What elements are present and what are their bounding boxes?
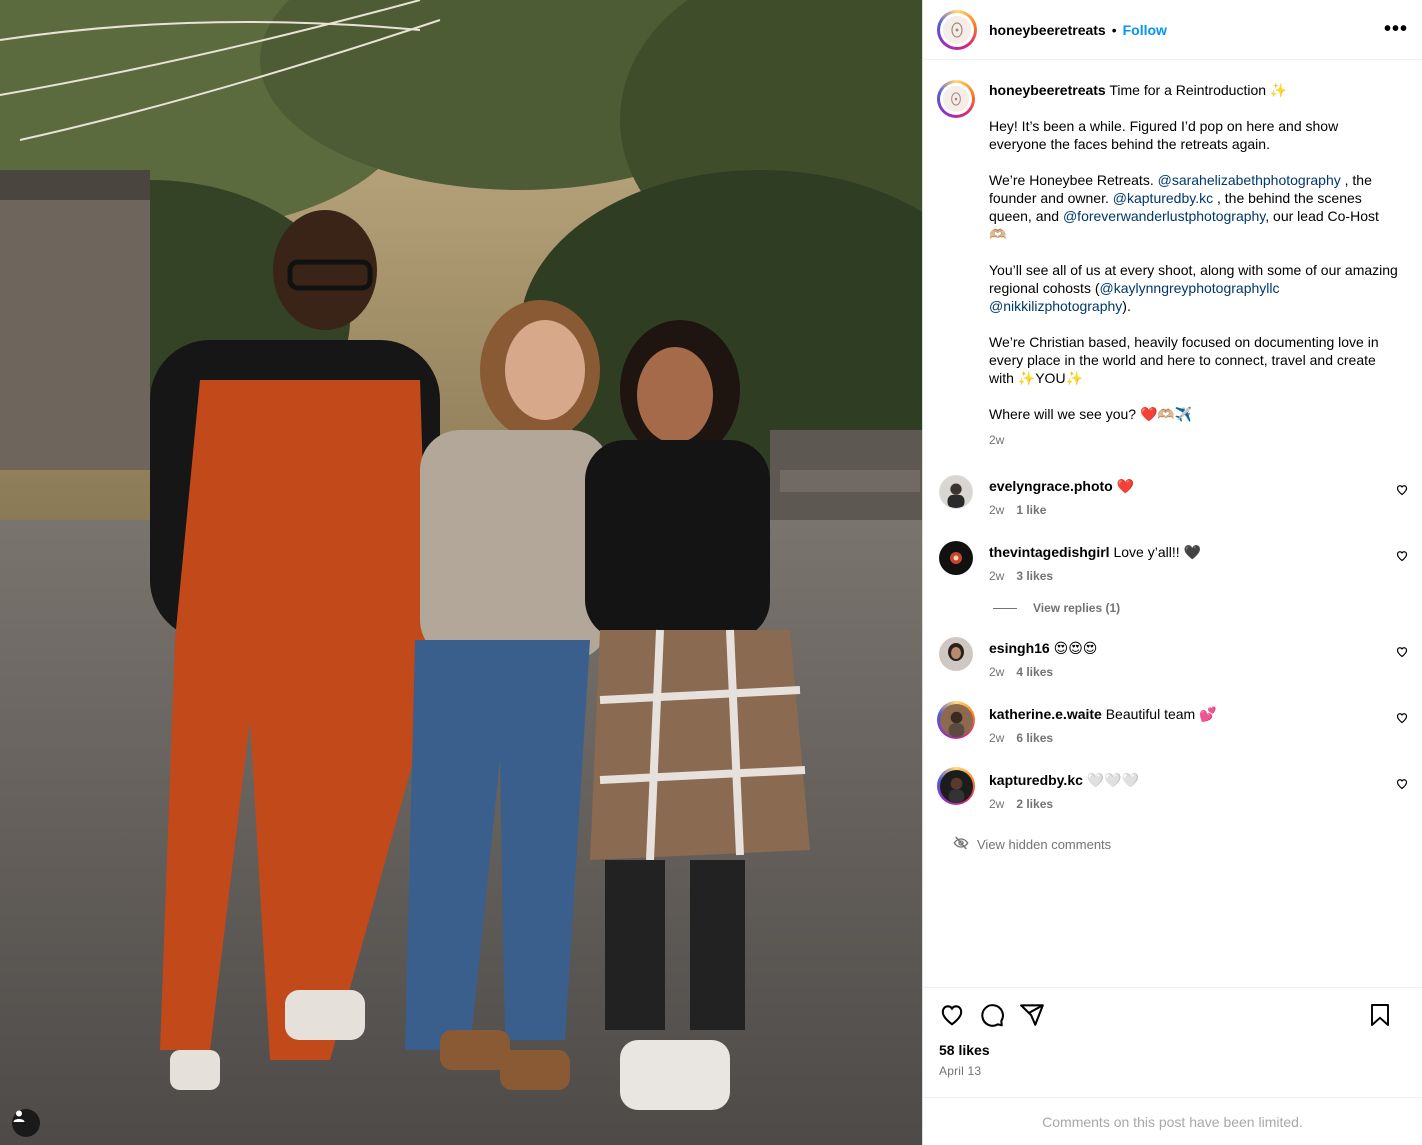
comments-section[interactable]: honeybeeretreats Time for a Reintroducti… bbox=[923, 61, 1422, 987]
comment-likes[interactable]: 3 likes bbox=[1016, 569, 1053, 583]
post-modal: honeybeeretreats • Follow ••• honeybeere… bbox=[0, 0, 1422, 1145]
bookmark-icon[interactable] bbox=[1368, 1002, 1392, 1028]
mention-link[interactable]: @foreverwanderlustphotography bbox=[1063, 208, 1265, 224]
comment-item: esingh16 😍😍😍 2w 4 likes bbox=[937, 635, 1408, 679]
more-options-icon[interactable]: ••• bbox=[1384, 18, 1408, 41]
comment-time[interactable]: 2w bbox=[989, 665, 1004, 679]
user-tag-icon[interactable] bbox=[12, 1109, 40, 1137]
comment-text: Love y’all!! 🖤 bbox=[1113, 544, 1201, 560]
caption-title: Time for a Reintroduction ✨ bbox=[1109, 82, 1288, 98]
view-hidden-comments-button[interactable]: View hidden comments bbox=[953, 835, 1408, 854]
commenter-avatar[interactable] bbox=[939, 541, 973, 575]
header-username[interactable]: honeybeeretreats bbox=[989, 22, 1106, 38]
mention-link[interactable]: @kapturedby.kc bbox=[1113, 190, 1213, 206]
brand-logo-icon bbox=[943, 86, 969, 112]
comment-text: Beautiful team 💕 bbox=[1105, 706, 1217, 722]
post-photo[interactable] bbox=[0, 0, 922, 1145]
follow-button[interactable]: Follow bbox=[1123, 22, 1167, 38]
caption-paragraph-5: Where will we see you? ❤️🫶🏼✈️ bbox=[989, 406, 1193, 422]
comment-time[interactable]: 2w bbox=[989, 797, 1004, 811]
comment-username[interactable]: evelyngrace.photo bbox=[989, 478, 1113, 494]
comment-time[interactable]: 2w bbox=[989, 731, 1004, 745]
commenter-avatar[interactable] bbox=[939, 637, 973, 671]
comment-item: kapturedby.kc 🤍🤍🤍 2w 2 likes bbox=[937, 767, 1408, 811]
view-hidden-comments-label: View hidden comments bbox=[977, 837, 1112, 852]
replies-divider bbox=[993, 607, 1017, 609]
comment-text: 😍😍😍 bbox=[1053, 640, 1098, 656]
post-actions: 58 likes April 13 bbox=[923, 987, 1422, 1097]
comment-likes[interactable]: 6 likes bbox=[1016, 731, 1053, 745]
brand-logo-icon bbox=[943, 15, 971, 44]
comment-icon[interactable] bbox=[979, 1002, 1005, 1028]
comment-text: 🤍🤍🤍 bbox=[1086, 772, 1140, 788]
caption-avatar[interactable] bbox=[937, 80, 975, 118]
comment-item: evelyngrace.photo ❤️ 2w 1 like bbox=[937, 473, 1408, 517]
comment-likes[interactable]: 2 likes bbox=[1016, 797, 1053, 811]
post-header: honeybeeretreats • Follow ••• bbox=[923, 0, 1422, 60]
post-side-panel: honeybeeretreats • Follow ••• honeybeere… bbox=[922, 0, 1422, 1145]
separator-dot: • bbox=[1111, 21, 1117, 38]
comment-item: thevintagedishgirl Love y’all!! 🖤 2w 3 li… bbox=[937, 539, 1408, 583]
caption-username[interactable]: honeybeeretreats bbox=[989, 82, 1106, 98]
photo-illustration bbox=[0, 0, 922, 1145]
caption-paragraph-2: We’re Honeybee Retreats. @sarahelizabeth… bbox=[989, 172, 1379, 242]
mention-link[interactable]: @kaylynngreyphotographyllc bbox=[1100, 280, 1280, 296]
comment-time[interactable]: 2w bbox=[989, 503, 1004, 517]
comment-heart-icon[interactable] bbox=[1396, 483, 1408, 499]
comment-time[interactable]: 2w bbox=[989, 569, 1004, 583]
commenter-avatar[interactable] bbox=[939, 475, 973, 509]
caption-paragraph-4: We’re Christian based, heavily focused o… bbox=[989, 334, 1379, 386]
comment-username[interactable]: katherine.e.waite bbox=[989, 706, 1102, 722]
profile-avatar[interactable] bbox=[937, 9, 977, 50]
post-caption: honeybeeretreats Time for a Reintroducti… bbox=[937, 79, 1408, 449]
view-replies-button[interactable]: View replies (1) bbox=[993, 601, 1408, 615]
comments-limited-notice: Comments on this post have been limited. bbox=[923, 1097, 1422, 1145]
heart-icon[interactable] bbox=[939, 1002, 965, 1028]
comment-username[interactable]: thevintagedishgirl bbox=[989, 544, 1110, 560]
share-icon[interactable] bbox=[1019, 1002, 1045, 1028]
caption-paragraph-3: You’ll see all of us at every shoot, alo… bbox=[989, 262, 1398, 314]
mention-link[interactable]: @nikkilizphotography bbox=[989, 298, 1122, 314]
comment-item: katherine.e.waite Beautiful team 💕 2w 6 l… bbox=[937, 701, 1408, 745]
likes-count[interactable]: 58 likes bbox=[939, 1042, 1406, 1058]
caption-text: honeybeeretreats Time for a Reintroducti… bbox=[989, 79, 1399, 449]
caption-paragraph-1: Hey! It’s been a while. Figured I’d pop … bbox=[989, 118, 1339, 152]
comment-username[interactable]: kapturedby.kc bbox=[989, 772, 1083, 788]
caption-time[interactable]: 2w bbox=[989, 431, 1399, 449]
comment-heart-icon[interactable] bbox=[1396, 549, 1408, 565]
comment-text: ❤️ bbox=[1116, 478, 1135, 494]
commenter-avatar[interactable] bbox=[937, 767, 975, 805]
comment-heart-icon[interactable] bbox=[1396, 777, 1408, 793]
mention-link[interactable]: @sarahelizabethphotography bbox=[1158, 172, 1341, 188]
comment-heart-icon[interactable] bbox=[1396, 645, 1408, 661]
view-replies-label: View replies (1) bbox=[1033, 601, 1121, 615]
post-date[interactable]: April 13 bbox=[939, 1064, 1406, 1078]
comment-heart-icon[interactable] bbox=[1396, 711, 1408, 727]
comment-likes[interactable]: 1 like bbox=[1016, 503, 1046, 517]
eye-off-icon bbox=[953, 835, 969, 854]
commenter-avatar[interactable] bbox=[937, 701, 975, 739]
comment-username[interactable]: esingh16 bbox=[989, 640, 1050, 656]
comment-likes[interactable]: 4 likes bbox=[1016, 665, 1053, 679]
